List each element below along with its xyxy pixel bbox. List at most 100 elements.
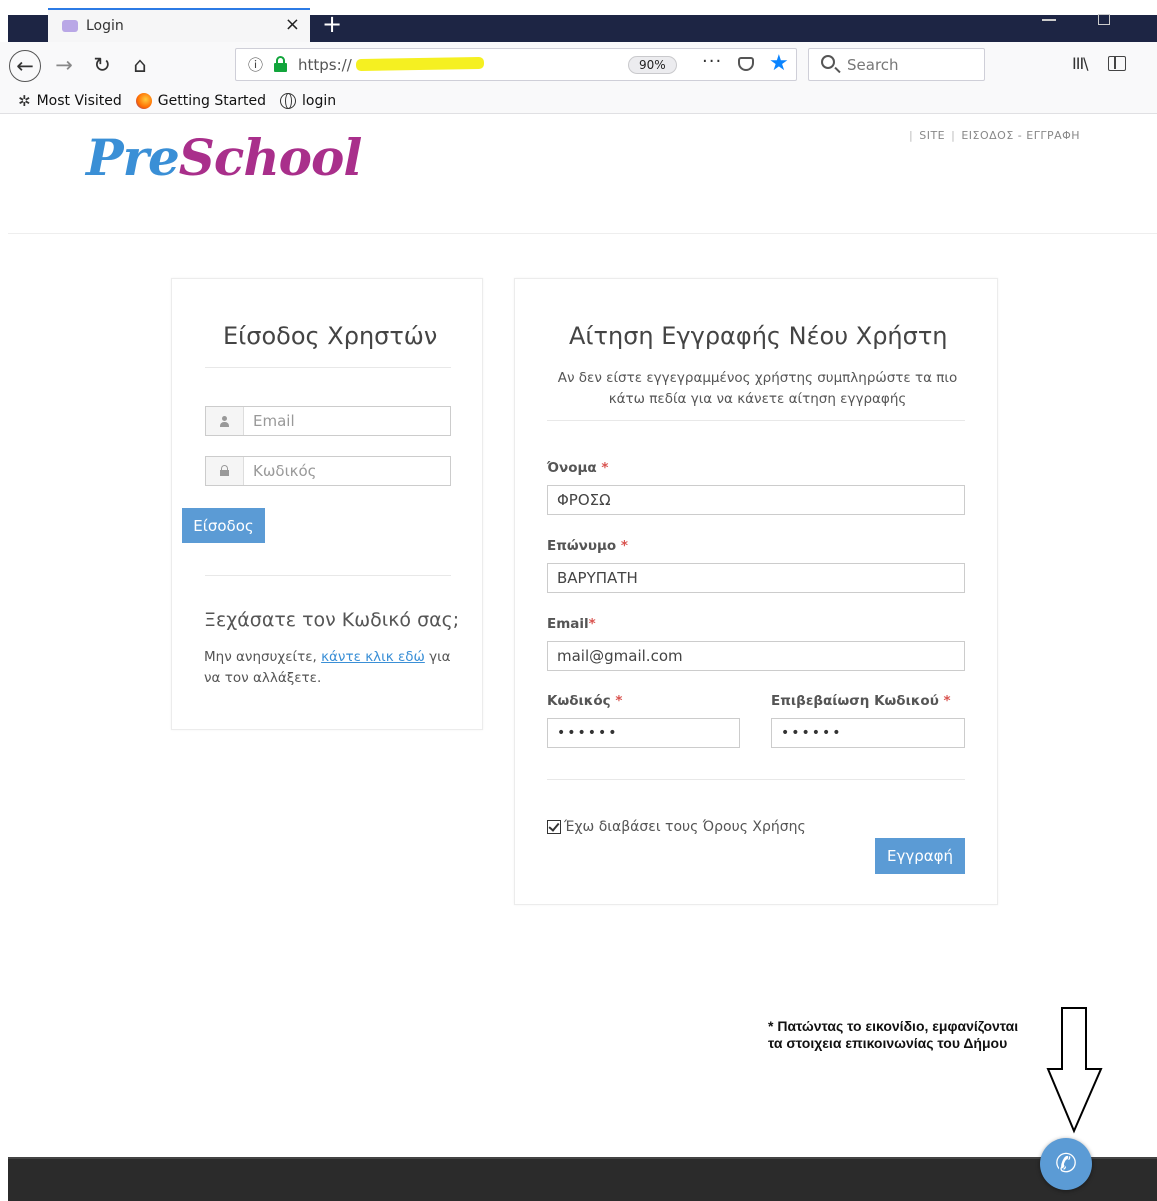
search-input[interactable]: Search — [808, 48, 985, 81]
bookmark-label: login — [302, 92, 337, 109]
new-tab-button[interactable]: + — [322, 10, 342, 38]
info-icon[interactable]: ⓘ — [248, 54, 263, 75]
lock-icon-addon — [206, 457, 244, 485]
bookmark-login[interactable]: login — [280, 92, 337, 109]
tab-login[interactable]: Login × — [48, 8, 310, 42]
login-password-field[interactable] — [205, 456, 451, 486]
registration-description: Αν δεν είστε εγγεγραμμένος χρήστης συμπλ… — [557, 370, 958, 407]
navigation-toolbar: ← → ↻ ⌂ ⓘ https:// 90% ··· ★ Search III\ — [0, 42, 1157, 88]
nav-separator: | — [951, 129, 956, 142]
password-label: Κωδικός * — [547, 693, 622, 709]
lock-icon — [220, 465, 229, 477]
required-mark: * — [615, 693, 623, 709]
bookmark-getting-started[interactable]: Getting Started — [135, 92, 267, 109]
registration-title: Αίτηση Εγγραφής Νέου Χρήστη — [569, 322, 948, 350]
close-tab-icon[interactable]: × — [285, 14, 300, 35]
forgot-password-title: Ξεχάσατε τον Κωδικό σας; — [204, 609, 460, 631]
tab-bar: Login × + — [0, 0, 1157, 42]
login-panel: Είσοδος Χρηστών Είσοδος Ξεχάσατε τον Κωδ… — [171, 278, 483, 730]
confirm-password-input[interactable]: •••••• — [771, 718, 965, 748]
logo-text-school: Schοοl — [178, 128, 363, 187]
login-email-input[interactable] — [244, 407, 450, 435]
forgot-password-text: Μην ανησυχείτε, κάντε κλικ εδώ για να το… — [204, 647, 454, 689]
divider — [205, 367, 451, 368]
zoom-level[interactable]: 90% — [628, 56, 677, 74]
login-title: Είσοδος Χρηστών — [223, 322, 438, 350]
library-icon[interactable]: III\ — [1072, 54, 1089, 73]
globe-icon — [280, 92, 297, 109]
header-divider — [8, 233, 1157, 234]
search-icon — [821, 55, 835, 69]
page: Login × + ← → ↻ ⌂ ⓘ https:// 90% ··· ★ S… — [0, 0, 1157, 1201]
nav-separator: | — [909, 129, 914, 142]
password-input[interactable]: •••••• — [547, 718, 740, 748]
label-text: Επιβεβαίωση Κωδικού — [771, 693, 939, 709]
label-text: Επώνυμο — [547, 538, 617, 554]
home-button[interactable]: ⌂ — [124, 50, 156, 82]
terms-label[interactable]: Έχω διαβάσει τους Όρους Χρήσης — [564, 819, 806, 835]
forward-button[interactable]: → — [48, 50, 80, 82]
url-bar[interactable]: ⓘ https:// 90% ··· ★ — [235, 48, 797, 81]
bookmarks-toolbar: ✲ Most Visited Getting Started login — [0, 88, 1157, 114]
login-button[interactable]: Είσοδος — [182, 508, 265, 543]
divider — [547, 420, 965, 421]
divider — [205, 575, 451, 576]
bookmark-label: Getting Started — [157, 92, 267, 109]
last-name-input[interactable]: ΒΑΡΥΠΑΤΗ — [547, 563, 965, 593]
phone-icon: ✆ — [1055, 1149, 1077, 1179]
site-logo[interactable]: PreSchοοl — [86, 128, 363, 187]
required-mark: * — [601, 460, 609, 476]
logo-text-pre: Pre — [86, 128, 180, 187]
pocket-icon[interactable] — [738, 57, 754, 71]
footer — [8, 1157, 1157, 1201]
search-placeholder: Search — [847, 56, 899, 74]
user-icon-addon — [206, 407, 244, 435]
nav-link-site[interactable]: SITE — [919, 129, 945, 142]
annotation-line: τα στοιχεια επικοινωνίας του Δήμου — [768, 1035, 1008, 1051]
login-password-input[interactable] — [244, 457, 450, 485]
forgot-text-part: Μην ανησυχείτε, — [204, 649, 322, 665]
bookmark-star-icon[interactable]: ★ — [769, 51, 789, 76]
top-navigation: | SITE | ΕΙΣΟΔΟΣ - ΕΓΓΡΑΦΗ — [903, 129, 1080, 142]
annotation-note: * Πατώντας το εικονίδιο, εμφανίζονται τα… — [768, 1018, 1018, 1052]
redaction-mark — [355, 56, 485, 72]
register-button[interactable]: Εγγραφή — [875, 838, 965, 874]
tab-title: Login — [86, 18, 124, 34]
registration-panel: Αίτηση Εγγραφής Νέου Χρήστη Αν δεν είστε… — [514, 278, 998, 905]
bookmark-most-visited[interactable]: ✲ Most Visited — [18, 92, 122, 110]
label-text: Όνομα — [547, 460, 597, 476]
last-name-label: Επώνυμο * — [547, 538, 628, 554]
login-email-field[interactable] — [205, 406, 451, 436]
lock-icon[interactable] — [274, 56, 287, 72]
minimize-icon[interactable] — [1042, 19, 1056, 21]
confirm-password-label: Επιβεβαίωση Κωδικού * — [771, 693, 951, 709]
email-input[interactable]: mail@gmail.com — [547, 641, 965, 671]
firefox-icon — [135, 92, 152, 109]
required-mark: * — [620, 538, 628, 554]
label-text: Email — [547, 616, 589, 632]
url-text: https:// — [298, 56, 352, 74]
annotation-line: * Πατώντας το εικονίδιο, εμφανίζονται — [768, 1018, 1019, 1034]
user-icon — [220, 416, 229, 427]
nav-link-login-register[interactable]: ΕΙΣΟΔΟΣ - ΕΓΓΡΑΦΗ — [961, 129, 1080, 142]
back-button[interactable]: ← — [9, 50, 41, 82]
sidebar-icon[interactable] — [1108, 56, 1126, 71]
terms-checkbox[interactable] — [547, 820, 561, 834]
reset-password-link[interactable]: κάντε κλικ εδώ — [321, 649, 425, 665]
page-actions-icon[interactable]: ··· — [702, 51, 722, 72]
first-name-input[interactable]: ΦΡΟΣΩ — [547, 485, 965, 515]
gear-icon: ✲ — [18, 91, 31, 110]
email-label: Email* — [547, 616, 596, 632]
maximize-icon[interactable] — [1098, 14, 1110, 25]
first-name-label: Όνομα * — [547, 460, 608, 476]
favicon-icon — [62, 20, 78, 32]
divider — [547, 779, 965, 780]
reload-button[interactable]: ↻ — [86, 50, 118, 82]
label-text: Κωδικός — [547, 693, 611, 709]
terms-checkbox-row[interactable]: Έχω διαβάσει τους Όρους Χρήσης — [547, 819, 806, 835]
down-arrow-icon — [1046, 1007, 1103, 1134]
required-mark: * — [943, 693, 951, 709]
bookmark-label: Most Visited — [36, 92, 122, 109]
phone-contact-button[interactable]: ✆ — [1040, 1138, 1092, 1190]
required-mark: * — [588, 616, 596, 632]
